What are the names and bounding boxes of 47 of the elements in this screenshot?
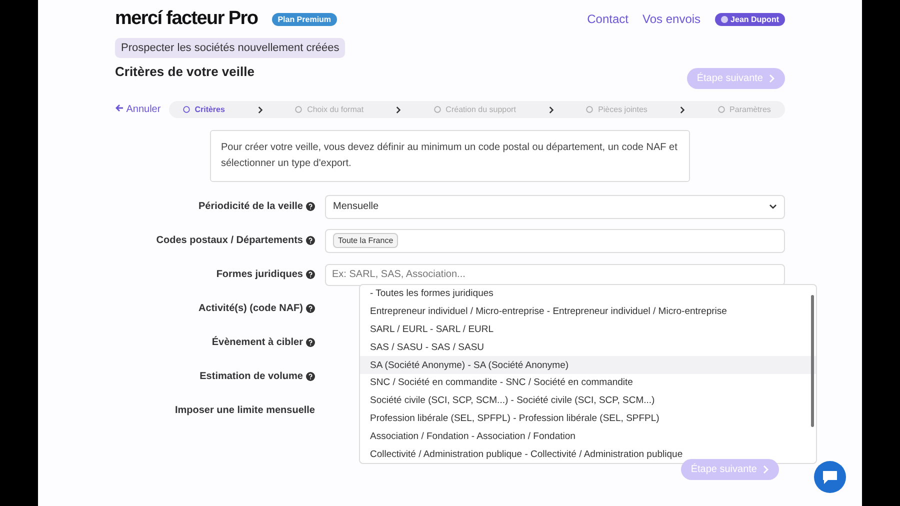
field-label: Activité(s) (code NAF) bbox=[198, 303, 303, 314]
step-tab[interactable]: Critères bbox=[182, 105, 225, 114]
field-label: Périodicité de la veille bbox=[198, 201, 303, 212]
dropdown-option[interactable]: SNC / Société en commandite - SNC / Société en commandite bbox=[360, 374, 816, 392]
dropdown-option[interactable]: Entrepreneur individuel / Micro-entreprise - Entrepreneur individuel / Micro-entreprise bbox=[360, 302, 816, 321]
chevron-icon bbox=[396, 106, 402, 114]
dropdown-option[interactable]: SARL / EURL - SARL / EURL bbox=[360, 320, 816, 338]
field-label: Estimation de volume bbox=[200, 371, 303, 382]
chevron-icon bbox=[258, 106, 263, 114]
circle-icon bbox=[295, 106, 302, 113]
dropdown-option[interactable]: Association / Fondation - Association / Fondation bbox=[360, 427, 816, 446]
field-label: Imposer une limite mensuelle bbox=[174, 405, 315, 416]
logo[interactable]: mercí facteur Pro bbox=[115, 8, 258, 30]
circle-icon bbox=[718, 106, 725, 113]
circle-icon bbox=[434, 106, 441, 113]
dropdown-option[interactable]: Profession libérale (SEL, SPFPL) - Profession libérale (SEL, SPFPL) bbox=[360, 410, 816, 428]
cancel-link[interactable]: Annuler bbox=[115, 104, 161, 115]
chevron-icon bbox=[680, 106, 685, 114]
tags-field[interactable]: Toute la France bbox=[325, 228, 785, 252]
dropdown-option[interactable]: SAS / SASU - SAS / SASU bbox=[360, 338, 816, 356]
user-icon bbox=[720, 16, 728, 22]
info-text: Pour créer votre veille, vous devez définir au minimum un code postal ou département, un code NAF et sélectionner un type d'export. bbox=[210, 130, 690, 182]
chat-button[interactable] bbox=[814, 461, 846, 493]
chat-icon bbox=[822, 470, 838, 484]
dropdown-option[interactable]: Société civile (SCI, SCP, SCM...) - Société civile (SCI, SCP, SCM...) bbox=[360, 392, 816, 410]
circle-icon bbox=[586, 106, 594, 113]
chevron-icon bbox=[763, 465, 769, 474]
page-title: Critères de votre veille bbox=[115, 64, 254, 79]
tag: Toute la France bbox=[333, 233, 398, 248]
chevron-down-icon bbox=[769, 204, 777, 210]
circle-icon bbox=[182, 106, 190, 113]
field-label: Codes postaux / Départements bbox=[156, 235, 303, 246]
plan-badge: Plan Premium bbox=[272, 12, 338, 26]
select-field[interactable]: Mensuelle bbox=[325, 194, 785, 218]
back-arrow-icon bbox=[115, 104, 124, 112]
field-label: Évènement à cibler bbox=[212, 337, 303, 348]
dropdown-option[interactable]: - Toutes les formes juridiques bbox=[360, 285, 816, 303]
dropdown-option[interactable]: SA (Société Anonyme) - SA (Société Anonyme) bbox=[360, 356, 816, 374]
user-menu[interactable]: Jean Dupont bbox=[714, 12, 785, 26]
nav-link[interactable]: Contact bbox=[587, 12, 628, 26]
search-field[interactable]: Ex: SARL, SAS, Association... bbox=[325, 264, 785, 286]
nav-link[interactable]: Vos envois bbox=[642, 12, 701, 26]
chevron-icon bbox=[548, 106, 554, 114]
field-label: Formes juridiques bbox=[216, 269, 303, 280]
breadcrumb: Prospecter les sociétés nouvellement créées bbox=[115, 38, 346, 58]
scrollbar[interactable] bbox=[811, 295, 814, 427]
chevron-icon bbox=[769, 74, 775, 83]
